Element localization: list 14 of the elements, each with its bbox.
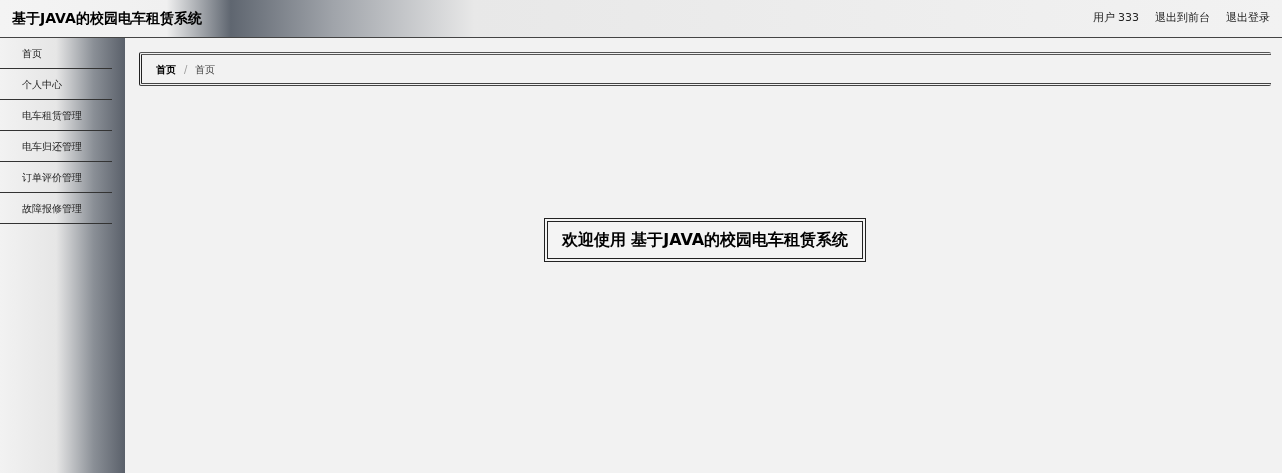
breadcrumb-link[interactable]: 首页 [195, 61, 216, 77]
sidebar-item[interactable]: 首页 [0, 38, 112, 69]
sidebar-item[interactable]: 订单评价管理 [0, 162, 112, 193]
sidebar-item[interactable]: 电车租赁管理 [0, 100, 112, 131]
sidebar-item[interactable]: 故障报修管理 [0, 193, 112, 224]
breadcrumb-link[interactable]: 首页 [156, 61, 176, 77]
header-link[interactable]: 退出登录 [1226, 10, 1270, 27]
sidebar-item[interactable]: 个人中心 [0, 69, 112, 100]
breadcrumb-separator: / [184, 62, 188, 77]
app-title: 基于JAVA的校园电车租赁系统 [12, 9, 202, 28]
header-link[interactable]: 用户 333 [1092, 10, 1139, 27]
header-link[interactable]: 退出到前台 [1155, 10, 1210, 27]
welcome-banner: 欢迎使用 基于JAVA的校园电车租赁系统 [543, 217, 867, 262]
sidebar-item[interactable]: 电车归还管理 [0, 131, 112, 162]
